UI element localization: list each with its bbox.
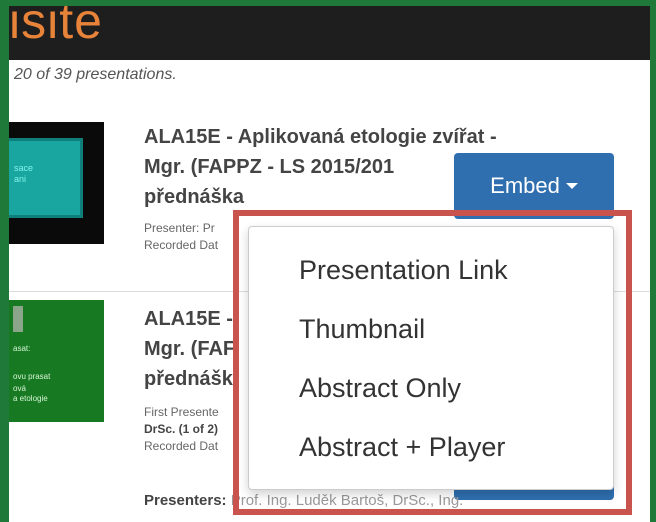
presentation-meta: First Presente DrSc. (1 of 2) Recorded D…: [144, 404, 219, 455]
slide-preview: sace ani: [9, 138, 83, 218]
presentation-meta: Presenter: Pr Recorded Dat: [144, 220, 218, 254]
thumb-text: asat:: [13, 344, 31, 353]
presentation-thumbnail[interactable]: sace ani: [9, 122, 104, 244]
presentation-thumbnail[interactable]: asat: ovu prasat ová a etologie: [9, 300, 104, 422]
thumb-text: ovu prasat: [13, 372, 51, 381]
thumb-text: ová a etologie: [13, 384, 48, 403]
recorded-line: Recorded Dat: [144, 238, 219, 252]
site-logo[interactable]: isite: [9, 6, 103, 50]
presenter-line: Presenter: Pr: [144, 221, 215, 235]
title-line: ALA15E - Aplikovaná etologie zvířat -: [144, 126, 497, 148]
caret-down-icon: [565, 183, 578, 189]
embed-button-label: Embed: [490, 173, 560, 198]
presenters-label: Presenters:: [144, 492, 227, 509]
page-frame-left: [0, 0, 9, 522]
thumb-text: sace ani: [14, 163, 34, 184]
site-header: isite: [9, 6, 650, 60]
slide-marker: [13, 306, 23, 332]
presenter-line: First Presente: [144, 405, 219, 419]
highlight-box: [233, 210, 632, 515]
page-frame-right: [650, 0, 656, 522]
recorded-line: Recorded Dat: [144, 439, 219, 453]
results-count: 20 of 39 presentations.: [14, 66, 177, 83]
presenter-line: DrSc. (1 of 2): [144, 422, 219, 436]
